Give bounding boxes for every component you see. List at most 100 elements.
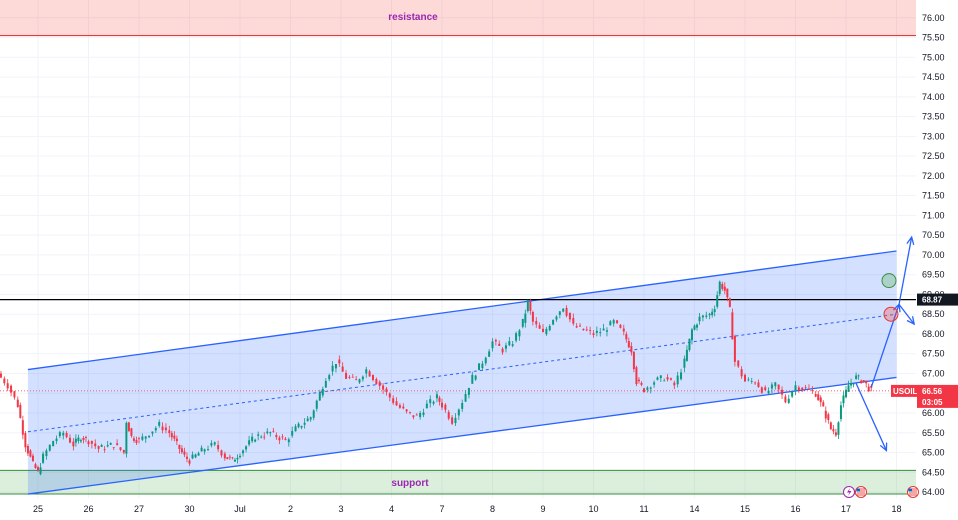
- candle-body: [484, 357, 487, 364]
- candle-body: [669, 378, 672, 380]
- price-tick-label: 73.00: [922, 131, 945, 141]
- candle-body: [585, 329, 588, 331]
- candle-body: [438, 397, 441, 402]
- candle-body: [529, 301, 532, 311]
- price-tick-label: 75.00: [922, 52, 945, 62]
- us-flag-event-icon[interactable]: [855, 486, 867, 498]
- candle-body: [508, 341, 511, 346]
- candle-body: [498, 343, 501, 346]
- candle-body: [122, 449, 125, 453]
- candle-body: [248, 440, 251, 445]
- candle-body: [713, 309, 716, 312]
- flag-canton: [908, 488, 912, 492]
- candle-body: [297, 423, 300, 428]
- candle-body: [127, 422, 130, 432]
- candle-body: [612, 320, 615, 324]
- candle-body: [817, 394, 820, 401]
- candle-body: [291, 430, 294, 436]
- candle-body: [676, 375, 679, 385]
- candle-body: [375, 379, 378, 385]
- candle-body: [281, 436, 284, 438]
- candle-body: [538, 325, 541, 329]
- candle-body: [185, 456, 188, 459]
- candle-body: [361, 376, 364, 380]
- candle-body: [233, 459, 236, 462]
- candle-body: [659, 375, 662, 379]
- candle-body: [328, 375, 331, 380]
- time-tick-label: 27: [134, 504, 144, 514]
- candle-body: [158, 421, 161, 426]
- candle-body: [405, 409, 408, 412]
- candle-body: [52, 441, 55, 447]
- candle-body: [646, 387, 649, 390]
- candle-body: [747, 379, 750, 381]
- candle-body: [197, 453, 200, 456]
- candle-body: [663, 380, 666, 382]
- price-tick-label: 72.50: [922, 151, 945, 161]
- candle-body: [857, 375, 860, 377]
- price-axis[interactable]: 64.0064.5065.0065.5066.0066.5067.0067.50…: [922, 13, 945, 497]
- price-chart[interactable]: resistance support 64.00 64.50 65.00 65.50 66…: [0, 0, 958, 520]
- candle-body: [690, 329, 693, 341]
- candle-body: [444, 404, 447, 410]
- time-axis[interactable]: 25 26 27 30 Jul 2 3 4 7 8 9 10 11 14 15 16 17 18: [33, 504, 902, 514]
- candle-body: [132, 438, 135, 441]
- price-tick-label: 74.50: [922, 72, 945, 82]
- price-tick-label: 66.00: [922, 408, 945, 418]
- candle-body: [365, 369, 368, 374]
- candle-body: [178, 444, 181, 450]
- time-tick-label: 7: [439, 504, 444, 514]
- candle-body: [555, 316, 558, 320]
- candle-body: [698, 316, 701, 322]
- candle-body: [419, 413, 422, 417]
- candle-body: [251, 436, 254, 442]
- candle-body: [72, 441, 75, 447]
- candle-body: [701, 315, 704, 318]
- candle-body: [589, 330, 592, 331]
- candle-body: [161, 426, 164, 431]
- candle-body: [568, 312, 571, 320]
- time-tick-label: 15: [740, 504, 750, 514]
- candle-body: [599, 332, 602, 334]
- candle-body: [94, 443, 97, 447]
- price-tick-label: 65.00: [922, 448, 945, 458]
- candle-body: [595, 330, 598, 333]
- candle-body: [794, 385, 797, 391]
- candle-body: [144, 436, 147, 439]
- candle-body: [116, 443, 119, 445]
- support-label: support: [391, 478, 429, 489]
- candle-body: [141, 436, 144, 440]
- candle-body: [718, 281, 721, 294]
- time-tick-label: 3: [338, 504, 343, 514]
- candle-body: [382, 385, 385, 390]
- candle-body: [321, 388, 324, 396]
- resistance-zone: [0, 0, 916, 36]
- candle-body: [819, 397, 822, 403]
- price-tick-label: 76.00: [922, 13, 945, 23]
- candle-body: [643, 388, 645, 392]
- price-tick-label: 64.50: [922, 467, 945, 477]
- candle-body: [24, 433, 27, 448]
- candle-body: [180, 448, 183, 453]
- candle-body: [103, 449, 106, 451]
- candle-body: [409, 411, 412, 413]
- candle-body: [412, 415, 415, 418]
- candle-body: [6, 383, 9, 389]
- candle-body: [733, 336, 736, 362]
- candle-body: [385, 388, 388, 393]
- candle-body: [552, 319, 555, 325]
- us-flag-event-icon-2[interactable]: [907, 486, 919, 498]
- candle-body: [461, 403, 464, 409]
- candle-body: [845, 389, 847, 398]
- price-tick-label: 67.00: [922, 369, 945, 379]
- candle-body: [87, 441, 90, 445]
- candle-body: [791, 391, 794, 397]
- candle-body: [632, 351, 635, 370]
- candle-body: [619, 324, 622, 328]
- candle-body: [822, 402, 825, 407]
- candle-body: [834, 432, 837, 436]
- candle-body: [481, 363, 484, 369]
- candle-body: [318, 392, 321, 401]
- price-tick-label: 69.50: [922, 270, 945, 280]
- candle-body: [777, 384, 780, 390]
